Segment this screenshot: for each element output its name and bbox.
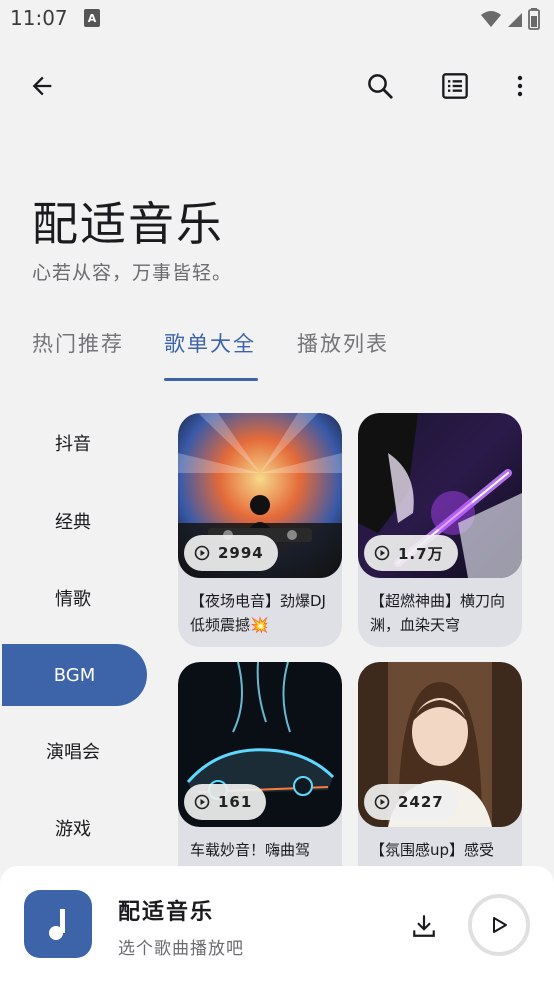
play-circle-icon <box>194 545 210 561</box>
play-circle-icon <box>374 545 390 561</box>
more-button[interactable] <box>498 64 542 108</box>
music-note-icon <box>49 909 65 940</box>
play-button[interactable] <box>468 894 530 956</box>
top-app-bar <box>0 58 554 114</box>
play-circle-icon <box>194 794 210 810</box>
battery-icon <box>528 8 540 30</box>
tab-playlist-collection[interactable]: 歌单大全 <box>164 328 256 368</box>
tab-bar: 热门推荐 歌单大全 播放列表 <box>0 328 554 384</box>
category-bgm[interactable]: BGM <box>2 644 147 706</box>
arrow-back-icon <box>32 76 52 96</box>
search-button[interactable] <box>358 64 402 108</box>
page-subtitle: 心若从容，万事皆轻。 <box>32 262 233 284</box>
status-time: 11:07 <box>10 6 68 30</box>
mini-player[interactable]: 配适音乐 选个歌曲播放吧 <box>0 866 554 986</box>
playlist-card[interactable]: 1.7万 【超燃神曲】横刀向渊，血染天穹 <box>358 413 522 647</box>
tab-indicator <box>164 378 258 381</box>
tab-hot-recommend[interactable]: 热门推荐 <box>32 328 124 368</box>
play-count-badge: 2994 <box>184 535 278 571</box>
play-count-badge: 161 <box>184 784 267 820</box>
player-title: 配适音乐 <box>118 900 215 925</box>
play-count: 2994 <box>218 544 264 562</box>
play-count: 1.7万 <box>398 544 444 563</box>
page-title: 配适音乐 <box>32 197 224 251</box>
player-artwork <box>24 890 92 958</box>
playlist-title: 【氛围感up】感受 <box>370 841 495 859</box>
playlist-card[interactable]: 2994 【夜场电音】劲爆DJ低频震撼💥 <box>178 413 342 647</box>
play-count: 161 <box>218 793 253 811</box>
playlist-title: 【超燃神曲】横刀向渊，血染天穹 <box>370 592 506 634</box>
status-bar: 11:07 A <box>0 0 554 38</box>
play-circle-icon <box>374 794 390 810</box>
playlist-title: 车载妙音！嗨曲驾 <box>190 841 311 859</box>
list-button[interactable] <box>433 64 477 108</box>
wifi-icon <box>481 11 501 27</box>
category-love-songs[interactable]: 情歌 <box>0 567 146 629</box>
more-vert-icon <box>517 75 523 97</box>
category-douyin[interactable]: 抖音 <box>0 412 146 474</box>
search-icon <box>368 74 393 99</box>
player-subtitle: 选个歌曲播放吧 <box>118 939 244 959</box>
play-icon <box>493 917 507 933</box>
playlist-card[interactable]: 161 车载妙音！嗨曲驾 <box>178 662 342 896</box>
list-icon <box>442 73 468 99</box>
category-game[interactable]: 游戏 <box>0 797 146 859</box>
playlist-title: 【夜场电音】劲爆DJ低频震撼💥 <box>190 592 326 634</box>
download-button[interactable] <box>404 906 444 946</box>
playlist-card[interactable]: 2427 【氛围感up】感受 <box>358 662 522 896</box>
category-classic[interactable]: 经典 <box>0 490 146 552</box>
download-icon <box>413 915 435 937</box>
tab-play-queue[interactable]: 播放列表 <box>297 328 389 368</box>
play-count-badge: 2427 <box>364 784 458 820</box>
status-icons <box>480 8 540 30</box>
play-count-badge: 1.7万 <box>364 535 458 571</box>
signal-icon <box>508 13 522 27</box>
notification-icon: A <box>84 9 100 27</box>
back-button[interactable] <box>20 64 64 108</box>
category-concert[interactable]: 演唱会 <box>0 720 146 782</box>
play-count: 2427 <box>398 793 444 811</box>
